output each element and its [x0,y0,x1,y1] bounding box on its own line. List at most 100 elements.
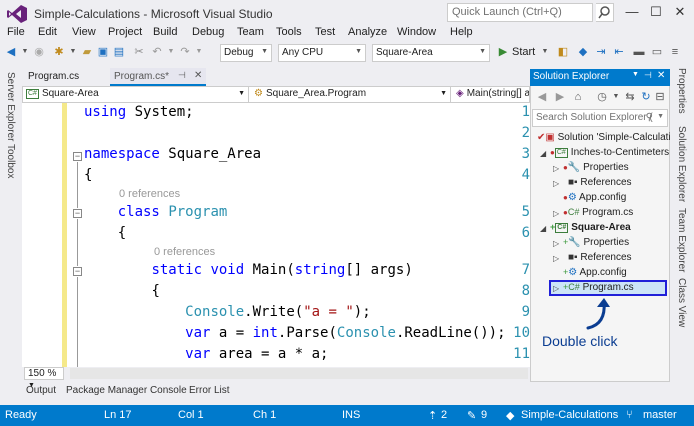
tree-item-solution[interactable]: ✔▣ Solution 'Simple-Calculati [537,132,671,143]
toolbar-tool-icon[interactable]: ≡ [668,45,682,59]
branch-icon[interactable]: ⑂ [626,409,633,421]
tree-item-program-cs[interactable]: ●C# Program.cs [563,207,633,218]
tab-package-manager-console[interactable]: Package Manager Console [66,385,187,396]
expand-arrow-icon[interactable]: ◢ [540,224,546,233]
dropdown-icon[interactable]: ▼ [609,90,623,104]
tree-item-properties[interactable]: ●🔧 Properties [563,162,629,173]
tree-item-references[interactable]: ■▪ References [568,177,632,188]
menu-view[interactable]: View [72,26,96,38]
collapsed-arrow-icon[interactable]: ▷ [553,179,559,188]
maximize-icon[interactable]: ☐ [646,4,666,22]
expand-arrow-icon[interactable]: ◢ [540,149,546,158]
tree-item-project-square-area[interactable]: + C# Square-Area [550,222,631,233]
project-dropdown[interactable]: C# Square-Area ▼ [23,87,249,102]
home-icon[interactable]: ⌂ [571,90,585,104]
tree-item-app-config[interactable]: +⚙ App.config [563,267,627,278]
play-icon[interactable]: ▶ [496,45,510,59]
cut-icon[interactable]: ✂ [132,45,146,59]
dropdown-icon[interactable]: ▼ [164,45,178,59]
minimize-icon[interactable]: — [622,4,642,22]
solution-explorer-tab[interactable]: Solution Explorer [676,126,687,202]
startup-project-select[interactable]: Square-Area ▼ [372,44,490,62]
menu-test[interactable]: Test [315,26,335,38]
tab-error-list[interactable]: Error List [189,385,230,396]
tree-item-project-inches[interactable]: ● C# Inches-to-Centimeters [550,147,669,158]
undo-icon[interactable]: ↶ [150,45,164,59]
status-repository[interactable]: Simple-Calculations [521,409,618,421]
forward-icon[interactable]: ◉ [32,45,46,59]
member-dropdown[interactable]: ◈ Main(string[] a [453,87,529,102]
open-file-icon[interactable]: ▰ [80,45,94,59]
menu-debug[interactable]: Debug [192,26,224,38]
status-branch[interactable]: master [643,409,677,421]
close-icon[interactable]: ✕ [670,4,690,22]
tree-item-app-config[interactable]: ●⚙ App.config [563,192,626,203]
new-project-icon[interactable]: ✱ [52,45,66,59]
dropdown-icon[interactable]: ▼ [192,45,206,59]
tab-program-cs[interactable]: Program.cs [24,68,108,86]
toolbox-tab[interactable]: Toolbox [5,144,16,178]
search-icon[interactable] [596,3,614,22]
history-icon[interactable]: ◷ [595,90,609,104]
collapsed-arrow-icon[interactable]: ▷ [553,164,559,173]
close-icon[interactable]: ✕ [657,70,665,81]
tree-item-program-cs-selected[interactable]: +C# Program.cs [563,282,634,293]
team-explorer-tab[interactable]: Team Explorer [676,208,687,272]
collapsed-arrow-icon[interactable]: ▷ [553,284,559,293]
menu-project[interactable]: Project [108,26,142,38]
collapsed-arrow-icon[interactable]: ▷ [553,254,559,263]
tree-item-references[interactable]: ■▪ References [568,252,632,263]
class-view-tab[interactable]: Class View [676,278,687,327]
properties-tab[interactable]: Properties [676,68,687,114]
zoom-select[interactable]: 150 % ▼ [24,367,64,389]
solution-explorer-search-input[interactable]: Search Solution Explorer (⚲ ▼ [532,109,668,127]
tree-item-properties[interactable]: +🔧 Properties [563,237,629,248]
back-icon[interactable]: ◀ [4,45,18,59]
platform-select[interactable]: Any CPU ▼ [278,44,366,62]
collapse-icon[interactable]: − [73,209,82,218]
pending-changes-icon[interactable]: ✎ [467,409,476,422]
horizontal-scrollbar[interactable] [70,368,528,379]
redo-icon[interactable]: ↷ [178,45,192,59]
toolbar-tool-icon[interactable]: ◆ [576,45,590,59]
codelens-references[interactable]: 0 references [154,246,215,258]
back-icon[interactable]: ◀ [535,90,549,104]
configuration-select[interactable]: Debug ▼ [220,44,272,62]
code-editor[interactable]: 1 2 3 4 5 6 7 8 9 10 11 − − − using Syst… [22,103,530,367]
close-icon[interactable]: ✕ [194,70,202,81]
dropdown-icon[interactable]: ▼ [538,45,552,59]
tab-program-cs-modified[interactable]: Program.cs* ⊣ ✕ [110,68,206,86]
save-all-icon[interactable]: ▤ [112,45,126,59]
quick-launch-input[interactable]: Quick Launch (Ctrl+Q) [447,3,593,22]
menu-help[interactable]: Help [450,26,473,38]
menu-team[interactable]: Team [237,26,264,38]
tab-output[interactable]: Output [26,385,56,396]
toolbar-tool-icon[interactable]: ⇥ [594,45,608,59]
start-button[interactable]: Start [512,45,538,59]
push-icon[interactable]: ⇡ [428,409,437,422]
repository-icon[interactable]: ◆ [506,409,514,422]
status-edit-count[interactable]: 9 [481,409,487,421]
pin-icon[interactable]: ⊣ [644,70,652,81]
collapse-all-icon[interactable]: ⊟ [653,90,667,104]
menu-build[interactable]: Build [153,26,177,38]
collapse-icon[interactable]: − [73,267,82,276]
collapsed-arrow-icon[interactable]: ▷ [553,209,559,218]
toolbar-tool-icon[interactable]: ▭ [650,45,664,59]
server-explorer-tab[interactable]: Server Explorer [5,72,16,141]
dropdown-icon[interactable]: ▼ [66,45,80,59]
collapsed-arrow-icon[interactable]: ▷ [553,239,559,248]
sync-icon[interactable]: ⇆ [623,90,637,104]
menu-window[interactable]: Window [397,26,436,38]
menu-edit[interactable]: Edit [38,26,57,38]
refresh-icon[interactable]: ↻ [639,90,653,104]
pin-icon[interactable]: ⊣ [178,70,186,81]
toolbar-tool-icon[interactable]: ◧ [556,45,570,59]
codelens-references[interactable]: 0 references [119,188,180,200]
toolbar-tool-icon[interactable]: ▬ [632,45,646,59]
toolbar-tool-icon[interactable]: ⇤ [612,45,626,59]
forward-icon[interactable]: ▶ [553,90,567,104]
chevron-down-icon[interactable]: ▼ [632,71,639,78]
menu-tools[interactable]: Tools [276,26,302,38]
save-icon[interactable]: ▣ [96,45,110,59]
